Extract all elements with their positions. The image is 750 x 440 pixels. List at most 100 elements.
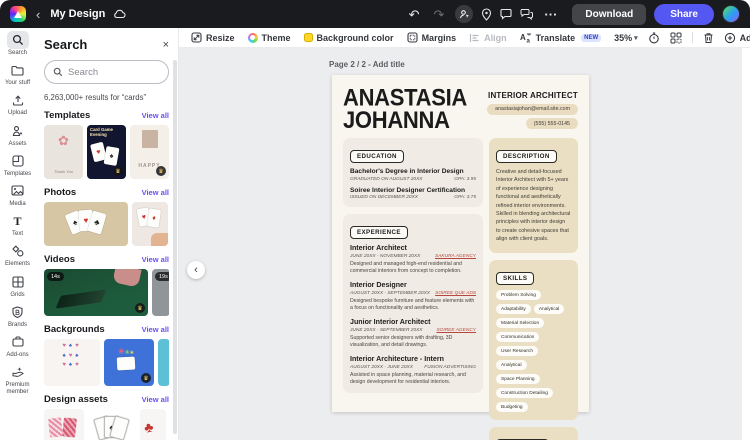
background-color-swatch-icon: [303, 33, 313, 42]
rail-item-text[interactable]: T Text: [0, 212, 35, 238]
video-thumb-2[interactable]: 19s: [152, 269, 169, 316]
resume-phone[interactable]: (555) 555-0145: [525, 118, 578, 129]
top-bar: ‹ My Design ↶ ↷ ··· Download Share: [0, 0, 750, 28]
background-thumb-2[interactable]: ❀❀❀ ♛: [104, 339, 154, 386]
chevron-down-icon: ▾: [634, 34, 638, 42]
back-icon[interactable]: ‹: [34, 8, 42, 21]
background-thumb-3[interactable]: [158, 339, 169, 386]
comment-icon[interactable]: [500, 8, 512, 20]
asset-thumb-3[interactable]: ♣: [140, 409, 166, 440]
photo-graphic: [141, 130, 158, 148]
panel-scrollbar[interactable]: [173, 60, 177, 434]
align-icon: [469, 33, 479, 42]
text-icon: T: [13, 213, 22, 228]
rail-item-media[interactable]: Media: [0, 182, 35, 208]
photo-thumb-2[interactable]: ♥ ♦: [132, 202, 168, 246]
translate-icon: Aa: [520, 33, 531, 43]
resume-role[interactable]: INTERIOR ARCHITECT: [488, 91, 578, 100]
canva-logo-icon[interactable]: [10, 6, 26, 22]
pin-icon[interactable]: [481, 7, 492, 21]
theme-icon: [247, 32, 258, 43]
resize-button[interactable]: Resize: [191, 32, 235, 43]
education-section[interactable]: EDUCATION Bachelor's Degree in Interior …: [343, 138, 483, 207]
rail-item-upload[interactable]: Upload: [0, 91, 35, 117]
video-duration-badge: 19s: [155, 272, 169, 281]
page-label[interactable]: Page 2 / 2 - Add title: [329, 60, 405, 69]
view-all-photos[interactable]: View all: [142, 188, 169, 197]
chat-icon[interactable]: [520, 8, 534, 20]
page-duration-button[interactable]: [648, 31, 660, 44]
card-graphic: [116, 356, 136, 371]
search-panel: Search × 6,263,000+ results for “cards” …: [35, 28, 179, 440]
template-thumb-3[interactable]: HAPPY ♛: [130, 125, 169, 179]
skills-section[interactable]: SKILLS Problem Solving Adaptability Anal…: [489, 260, 578, 421]
skill-pill: Construction Detailing: [496, 388, 553, 399]
experience-section[interactable]: EXPERIENCE Interior Architect JUNE 20XX …: [343, 214, 483, 394]
background-thumb-1[interactable]: ♥♠♥ ♠♥♠ ♥♠♥: [44, 339, 100, 386]
view-all-backgrounds[interactable]: View all: [142, 325, 169, 334]
margins-button[interactable]: Margins: [407, 32, 456, 43]
view-all-templates[interactable]: View all: [142, 111, 169, 120]
results-count: 6,263,000+ results for “cards”: [44, 93, 147, 102]
skill-pill: Material Selection: [496, 318, 545, 329]
search-icon: [53, 67, 63, 77]
rail-item-grids[interactable]: Grids: [0, 273, 35, 299]
share-button[interactable]: Share: [654, 3, 714, 25]
design-title[interactable]: My Design: [50, 8, 105, 20]
rail-item-assets[interactable]: Assets: [0, 122, 35, 148]
search-input-wrap[interactable]: [44, 60, 169, 84]
flower-graphic: ✿: [58, 133, 69, 148]
asset-thumb-1[interactable]: ♛: [44, 409, 84, 440]
template-thumb-1[interactable]: ✿ Thank You: [44, 125, 83, 179]
rail-item-add-ons[interactable]: Add-ons: [0, 333, 35, 359]
resume-name[interactable]: ANASTASIA JOHANNA: [343, 85, 467, 132]
card-graphic: ♠: [103, 146, 120, 166]
skill-pill: Problem Solving: [496, 290, 541, 301]
description-section[interactable]: DESCRIPTION Creative and detail-focused …: [489, 138, 578, 254]
view-all-videos[interactable]: View all: [142, 255, 169, 264]
toolbar-divider: [691, 32, 693, 43]
language-section[interactable]: LANGUAGE English ( Native Speaker ) Span…: [489, 427, 578, 440]
rail-item-your-stuff[interactable]: Your stuff: [0, 61, 35, 87]
skill-pill: Communication: [496, 332, 540, 343]
redo-icon[interactable]: ↷: [431, 8, 448, 21]
video-thumb-1[interactable]: 14s ♛: [44, 269, 148, 316]
delete-page-button[interactable]: [703, 32, 714, 44]
asset-thumb-2[interactable]: ♠: [88, 409, 136, 440]
close-icon[interactable]: ×: [163, 39, 169, 51]
background-color-button[interactable]: Background color: [303, 33, 394, 43]
photo-thumb-1[interactable]: ♠ ♥ ♣: [44, 202, 128, 246]
resume-email[interactable]: anastasiajohan@email.site.com: [487, 103, 578, 115]
section-templates: Templates: [44, 110, 91, 121]
search-input[interactable]: [68, 66, 158, 78]
rail-item-templates[interactable]: Templates: [0, 152, 35, 178]
download-button[interactable]: Download: [572, 3, 647, 25]
editor-toolbar: Resize Theme Background color Margins Al…: [179, 28, 750, 48]
translate-button[interactable]: Aa Translate NEW: [520, 32, 602, 43]
elements-icon: [7, 242, 29, 260]
section-videos: Videos: [44, 254, 75, 265]
timer-icon: [648, 31, 659, 43]
skill-pill: User Research: [496, 346, 538, 357]
grid-view-button[interactable]: [670, 32, 682, 44]
rail-item-brands[interactable]: Brands: [0, 303, 35, 329]
view-all-design-assets[interactable]: View all: [142, 395, 169, 404]
panel-collapse-button[interactable]: ‹: [187, 261, 205, 279]
resume-page[interactable]: ANASTASIA JOHANNA INTERIOR ARCHITECT ana…: [332, 75, 589, 440]
card-fan-graphic: [55, 289, 107, 309]
rail-item-search[interactable]: Search: [0, 31, 35, 57]
theme-button[interactable]: Theme: [247, 32, 291, 43]
collaborate-icon[interactable]: [455, 5, 474, 23]
undo-icon[interactable]: ↶: [406, 8, 423, 21]
rail-item-premium-member[interactable]: Premium member: [0, 363, 35, 396]
templates-icon: [7, 152, 29, 170]
rail-item-elements[interactable]: Elements: [0, 242, 35, 268]
more-icon[interactable]: ···: [541, 8, 560, 21]
side-rail: Search Your stuff Upload Assets Template…: [0, 28, 35, 440]
design-canvas[interactable]: Page 2 / 2 - Add title ‹ ANASTASIA JOHAN…: [179, 48, 742, 440]
template-thumb-2[interactable]: Card Game Evening ♥ ♠ ♛: [87, 125, 126, 179]
add-page-button[interactable]: Add: [724, 32, 750, 44]
description-text: Creative and detail-focused Interior Arc…: [496, 169, 571, 242]
user-avatar[interactable]: [722, 5, 740, 23]
zoom-control[interactable]: 35% ▾: [614, 33, 638, 43]
